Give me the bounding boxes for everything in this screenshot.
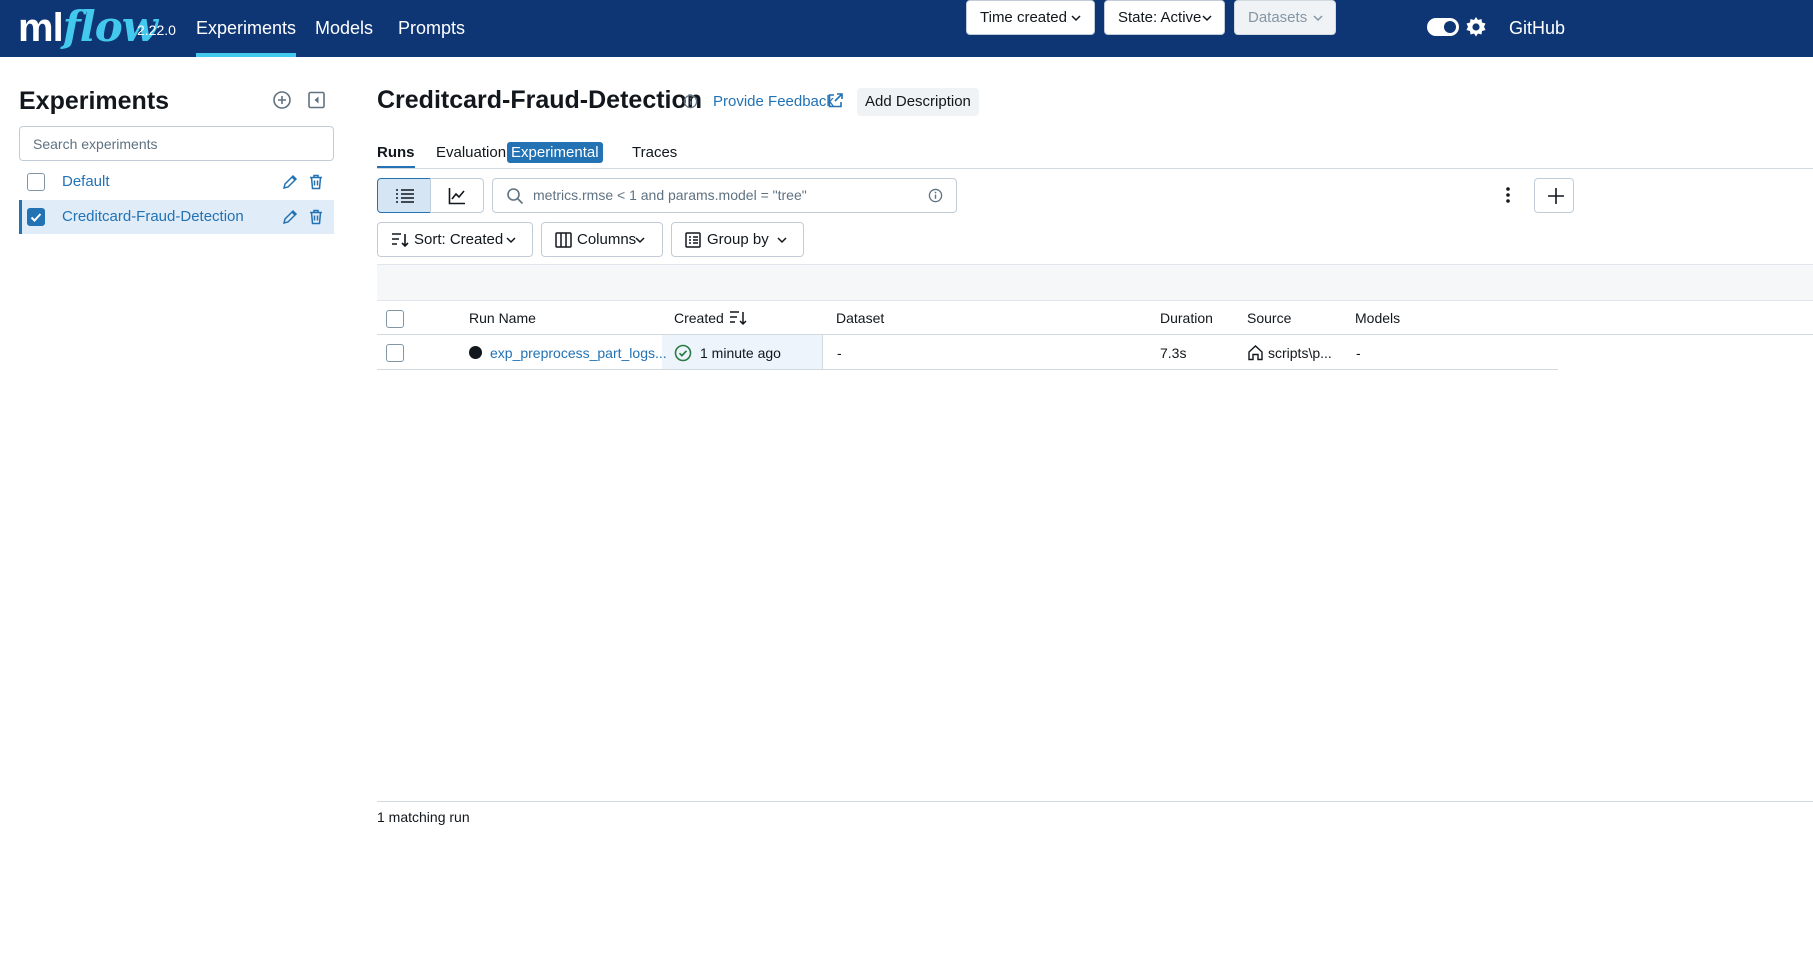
check-icon — [30, 213, 42, 222]
time-created-label: Time created — [980, 9, 1067, 26]
experimental-badge: Experimental — [507, 142, 603, 163]
nav-prompts[interactable]: Prompts — [398, 0, 465, 57]
group-by-dropdown[interactable]: Group by — [671, 222, 804, 257]
success-check-icon — [674, 344, 692, 362]
datasets-label: Datasets — [1248, 9, 1308, 26]
experiment-checkbox-checked[interactable] — [27, 208, 45, 226]
sort-dropdown[interactable]: Sort: Created — [377, 222, 533, 257]
add-description-button[interactable]: Add Description — [857, 88, 979, 116]
add-experiment-icon[interactable] — [271, 89, 293, 111]
chevron-down-icon — [635, 237, 645, 244]
trash-icon[interactable] — [307, 208, 325, 226]
chevron-down-icon — [777, 237, 787, 244]
column-header-duration[interactable]: Duration — [1160, 310, 1213, 326]
run-source[interactable]: scripts\p... — [1268, 345, 1332, 361]
select-all-checkbox[interactable] — [386, 310, 404, 328]
version-label: 2.22.0 — [137, 22, 176, 38]
matching-runs-count: 1 matching run — [377, 809, 470, 825]
filter-placeholder: metrics.rmse < 1 and params.model = "tre… — [533, 187, 807, 203]
time-created-dropdown[interactable]: Time created — [966, 0, 1095, 35]
page-title: Creditcard-Fraud-Detection — [377, 86, 703, 114]
logo-ml-text: ml — [18, 6, 64, 50]
state-filter-label: State: Active — [1118, 9, 1202, 26]
chevron-down-icon — [1202, 15, 1212, 22]
run-filter-search[interactable]: metrics.rmse < 1 and params.model = "tre… — [492, 178, 957, 213]
home-icon — [1248, 345, 1263, 361]
run-color-dot[interactable] — [469, 346, 482, 359]
tab-evaluation[interactable]: Evaluation — [436, 144, 506, 161]
list-icon — [396, 189, 414, 203]
search-icon — [507, 188, 524, 205]
collapse-sidebar-icon[interactable] — [306, 89, 328, 111]
header-divider — [377, 334, 1813, 335]
run-dataset: - — [837, 345, 842, 361]
plus-icon — [1548, 188, 1564, 204]
experiment-name[interactable]: Creditcard-Fraud-Detection — [62, 200, 244, 234]
table-view-button[interactable] — [377, 178, 431, 213]
nav-models[interactable]: Models — [315, 0, 373, 57]
tabs-divider — [377, 168, 1813, 169]
footer-divider — [377, 801, 1813, 802]
search-experiments-input[interactable] — [19, 126, 334, 161]
pencil-icon[interactable] — [281, 173, 299, 191]
chart-view-button[interactable] — [430, 178, 484, 213]
chevron-down-icon — [506, 237, 516, 244]
run-created-time: 1 minute ago — [700, 345, 781, 361]
tab-traces[interactable]: Traces — [632, 144, 677, 161]
nav-experiments[interactable]: Experiments — [196, 0, 297, 57]
provide-feedback-link[interactable]: Provide Feedback — [713, 93, 834, 110]
trash-icon[interactable] — [307, 173, 325, 191]
group-by-icon — [685, 232, 701, 248]
pencil-icon[interactable] — [281, 208, 299, 226]
info-icon[interactable] — [928, 188, 943, 203]
sidebar-title: Experiments — [19, 87, 170, 115]
gear-icon[interactable] — [1464, 15, 1488, 39]
sort-label: Sort: Created — [414, 231, 504, 248]
experiment-checkbox[interactable] — [27, 173, 45, 191]
row-checkbox[interactable] — [386, 344, 404, 362]
sort-descending-icon[interactable] — [729, 310, 747, 326]
state-filter-dropdown[interactable]: State: Active — [1104, 0, 1225, 35]
external-link-icon[interactable] — [827, 92, 844, 109]
top-nav-bar: ml flow 2.22.0 Experiments Models Prompts… — [0, 0, 1813, 57]
datasets-dropdown[interactable]: Datasets — [1234, 0, 1336, 35]
run-models: - — [1356, 345, 1361, 361]
tab-runs[interactable]: Runs — [377, 144, 415, 169]
more-options-icon[interactable] — [1500, 185, 1516, 205]
columns-icon — [555, 232, 572, 248]
column-header-source[interactable]: Source — [1247, 310, 1291, 326]
column-header-models[interactable]: Models — [1355, 310, 1400, 326]
experiment-name[interactable]: Default — [62, 165, 110, 199]
columns-dropdown[interactable]: Columns — [541, 222, 663, 257]
column-header-dataset[interactable]: Dataset — [836, 310, 884, 326]
github-link[interactable]: GitHub — [1509, 0, 1565, 57]
info-icon[interactable] — [683, 94, 698, 109]
chart-line-icon — [448, 188, 465, 205]
chevron-down-icon — [1313, 15, 1323, 22]
column-header-created[interactable]: Created — [674, 310, 724, 326]
group-by-label: Group by — [707, 231, 769, 248]
row-divider — [377, 369, 1558, 370]
run-name-link[interactable]: exp_preprocess_part_logs... — [490, 345, 667, 361]
dark-mode-toggle[interactable] — [1427, 18, 1459, 36]
sort-icon — [392, 233, 409, 248]
table-group-header — [377, 264, 1813, 301]
run-duration: 7.3s — [1160, 345, 1187, 361]
columns-label: Columns — [577, 231, 637, 248]
column-header-run-name[interactable]: Run Name — [469, 310, 536, 326]
new-run-button[interactable] — [1534, 178, 1574, 213]
chevron-down-icon — [1071, 15, 1081, 22]
experiment-item-creditcard-fraud-detection[interactable]: Creditcard-Fraud-Detection — [19, 200, 334, 234]
experiment-item-default[interactable]: Default — [19, 165, 334, 199]
